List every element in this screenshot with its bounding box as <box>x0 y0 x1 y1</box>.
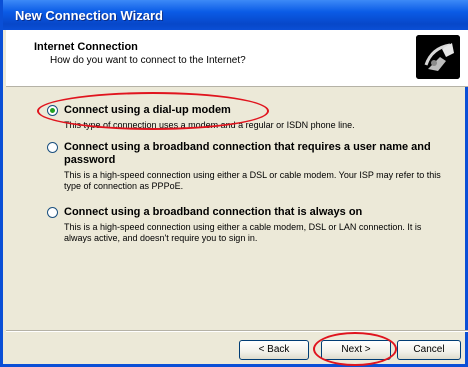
footer-divider <box>6 330 468 332</box>
next-button[interactable]: Next > <box>321 340 391 360</box>
page-title: Internet Connection <box>34 41 138 53</box>
option-dialup-label: Connect using a dial-up modem <box>64 104 231 116</box>
option-broadband-always-on-description: This is a high-speed connection using ei… <box>64 222 422 243</box>
cancel-button[interactable]: Cancel <box>397 340 461 360</box>
page-subtitle: How do you want to connect to the Intern… <box>50 55 246 66</box>
option-broadband-login-label: Connect using a broadband connection tha… <box>64 141 431 166</box>
wizard-connection-icon <box>416 35 460 79</box>
option-broadband-always-on-label: Connect using a broadband connection tha… <box>64 206 363 218</box>
option-dialup-description: This type of connection uses a modem and… <box>64 120 355 130</box>
option-broadband-login-description: This is a high-speed connection using ei… <box>64 170 441 191</box>
radio-broadband-login[interactable] <box>47 142 58 153</box>
radio-dialup[interactable] <box>47 105 58 116</box>
wizard-window: New Connection Wizard Internet Connectio… <box>0 0 468 367</box>
window-title: New Connection Wizard <box>15 8 163 23</box>
back-button[interactable]: < Back <box>239 340 309 360</box>
title-bar[interactable]: New Connection Wizard <box>3 0 468 30</box>
radio-broadband-always-on[interactable] <box>47 207 58 218</box>
wizard-header: Internet Connection How do you want to c… <box>6 30 468 87</box>
